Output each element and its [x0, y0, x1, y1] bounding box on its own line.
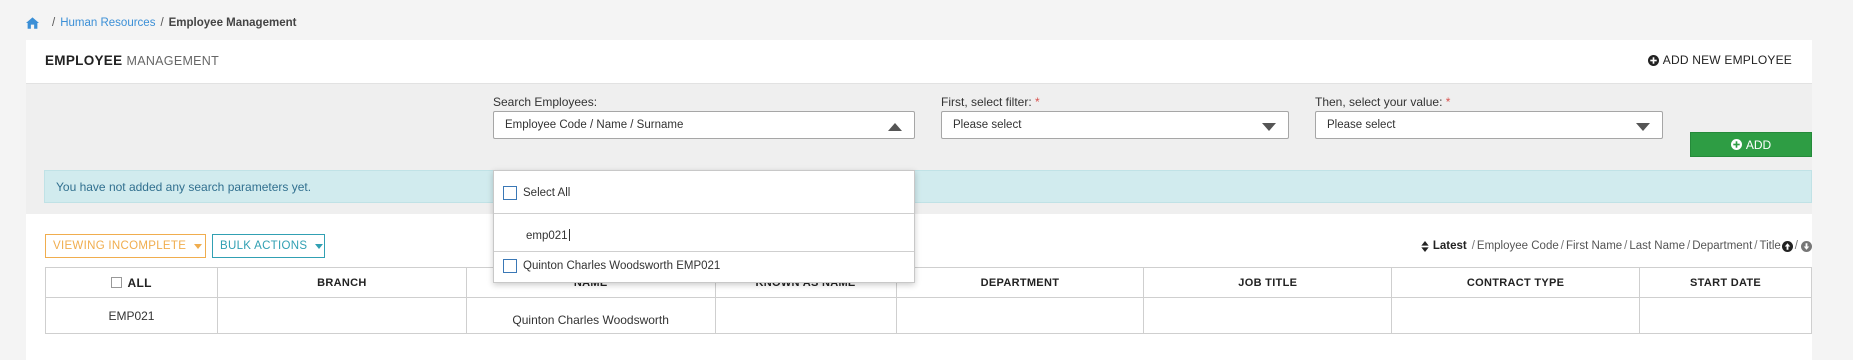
select-all-option[interactable]: Select All — [494, 184, 914, 202]
text-cursor — [568, 229, 570, 241]
column-header-branch[interactable]: BRANCH — [216, 267, 467, 298]
dropdown-search-input[interactable]: emp021 — [526, 229, 570, 242]
cell-known-as-name — [714, 297, 897, 334]
info-alert: You have not added any search parameters… — [44, 170, 1812, 203]
caret-down-icon — [1262, 123, 1276, 131]
column-header-department[interactable]: DEPARTMENT — [895, 267, 1145, 298]
checkbox-icon[interactable] — [503, 259, 517, 273]
cell-start-date — [1639, 297, 1812, 334]
page-title: EMPLOYEE MANAGEMENT — [45, 53, 219, 68]
search-employees-dropdown: Select All emp021 Quinton Charles Woodsw… — [493, 170, 915, 283]
plus-circle-icon — [1647, 54, 1659, 66]
breadcrumb-current: Employee Management — [168, 17, 297, 29]
cell-contract-type — [1391, 297, 1641, 334]
employee-list-card: VIEWING INCOMPLETE BULK ACTIONS Latest /… — [26, 214, 1812, 360]
dropdown-divider — [494, 251, 914, 252]
employee-table: ALL BRANCH NAME KNOWN AS NAME DEPARTMENT… — [45, 267, 1812, 334]
dropdown-option-label: Quinton Charles Woodsworth EMP021 — [523, 260, 721, 272]
caret-down-icon — [194, 243, 203, 249]
cell-department — [895, 297, 1145, 334]
arrow-down-circle-icon[interactable] — [1801, 240, 1812, 252]
value-filter-value: Please select — [1327, 119, 1396, 131]
checkbox-icon[interactable] — [503, 186, 517, 200]
value-filter-select[interactable]: Please select — [1315, 111, 1663, 139]
add-filter-label: ADD — [1745, 137, 1772, 152]
dropdown-option[interactable]: Quinton Charles Woodsworth EMP021 — [494, 257, 914, 275]
column-header-job-title[interactable]: JOB TITLE — [1143, 267, 1393, 298]
column-header-contract-type[interactable]: CONTRACT TYPE — [1391, 267, 1641, 298]
first-filter-select[interactable]: Please select — [941, 111, 1289, 139]
bulk-actions-button[interactable]: BULK ACTIONS — [212, 234, 325, 258]
table-row[interactable]: EMP021 Quinton Charles Woodsworth — [45, 297, 1812, 334]
cell-employee-code[interactable]: EMP021 — [45, 297, 218, 334]
sort-option-department[interactable]: Department — [1692, 240, 1752, 252]
caret-down-icon — [315, 243, 324, 249]
plus-circle-icon — [1730, 139, 1742, 150]
sort-bar: Latest / Employee Code / First Name / La… — [1392, 234, 1812, 258]
search-employees-select[interactable]: Employee Code / Name / Surname — [493, 111, 915, 139]
sort-option-title[interactable]: Title — [1759, 240, 1780, 252]
dropdown-search-text: emp021 — [526, 230, 568, 242]
first-filter-label: First, select filter: * — [941, 95, 1040, 109]
first-filter-value: Please select — [953, 119, 1022, 131]
column-header-start-date[interactable]: START DATE — [1639, 267, 1812, 298]
sort-icon — [1421, 240, 1429, 252]
page-title-light: MANAGEMENT — [126, 54, 220, 68]
search-employees-label: Search Employees: — [493, 95, 598, 109]
table-header-row: ALL BRANCH NAME KNOWN AS NAME DEPARTMENT… — [45, 267, 1812, 298]
filter-panel: Search Employees: Employee Code / Name /… — [26, 84, 1812, 214]
arrow-up-circle-icon[interactable] — [1781, 240, 1793, 252]
cell-job-title — [1143, 297, 1393, 334]
search-employees-value: Employee Code / Name / Surname — [505, 119, 684, 131]
info-alert-text: You have not added any search parameters… — [56, 179, 312, 194]
bulk-actions-label: BULK ACTIONS — [220, 240, 308, 252]
cell-name[interactable]: Quinton Charles Woodsworth — [465, 297, 716, 334]
add-filter-button[interactable]: ADD — [1690, 132, 1812, 157]
sort-option-first-name[interactable]: First Name — [1566, 240, 1622, 252]
dropdown-divider — [494, 213, 914, 214]
viewing-incomplete-button[interactable]: VIEWING INCOMPLETE — [45, 234, 206, 258]
select-all-checkbox[interactable] — [111, 276, 123, 288]
add-new-employee-label: ADD NEW EMPLOYEE — [1662, 53, 1792, 67]
cell-branch — [216, 297, 467, 334]
caret-down-icon — [1636, 123, 1650, 131]
select-all-label: Select All — [523, 187, 571, 199]
page-title-bold: EMPLOYEE — [45, 53, 123, 68]
page-header: EMPLOYEE MANAGEMENT ADD NEW EMPLOYEE — [26, 40, 1812, 84]
caret-up-icon — [888, 123, 902, 131]
home-icon[interactable] — [26, 17, 39, 29]
breadcrumb-separator: / — [160, 17, 164, 29]
breadcrumb-separator: / — [52, 17, 56, 29]
add-new-employee-button[interactable]: ADD NEW EMPLOYEE — [1647, 53, 1792, 67]
breadcrumb: / Human Resources / Employee Management — [26, 16, 296, 30]
sort-option-employee-code[interactable]: Employee Code — [1477, 240, 1559, 252]
breadcrumb-link-human-resources[interactable]: Human Resources — [60, 17, 155, 29]
sort-option-last-name[interactable]: Last Name — [1629, 240, 1685, 252]
column-header-all[interactable]: ALL — [45, 267, 218, 298]
sort-option-latest[interactable]: Latest — [1433, 240, 1467, 252]
viewing-incomplete-label: VIEWING INCOMPLETE — [53, 240, 187, 252]
value-filter-label: Then, select your value: * — [1315, 95, 1451, 109]
